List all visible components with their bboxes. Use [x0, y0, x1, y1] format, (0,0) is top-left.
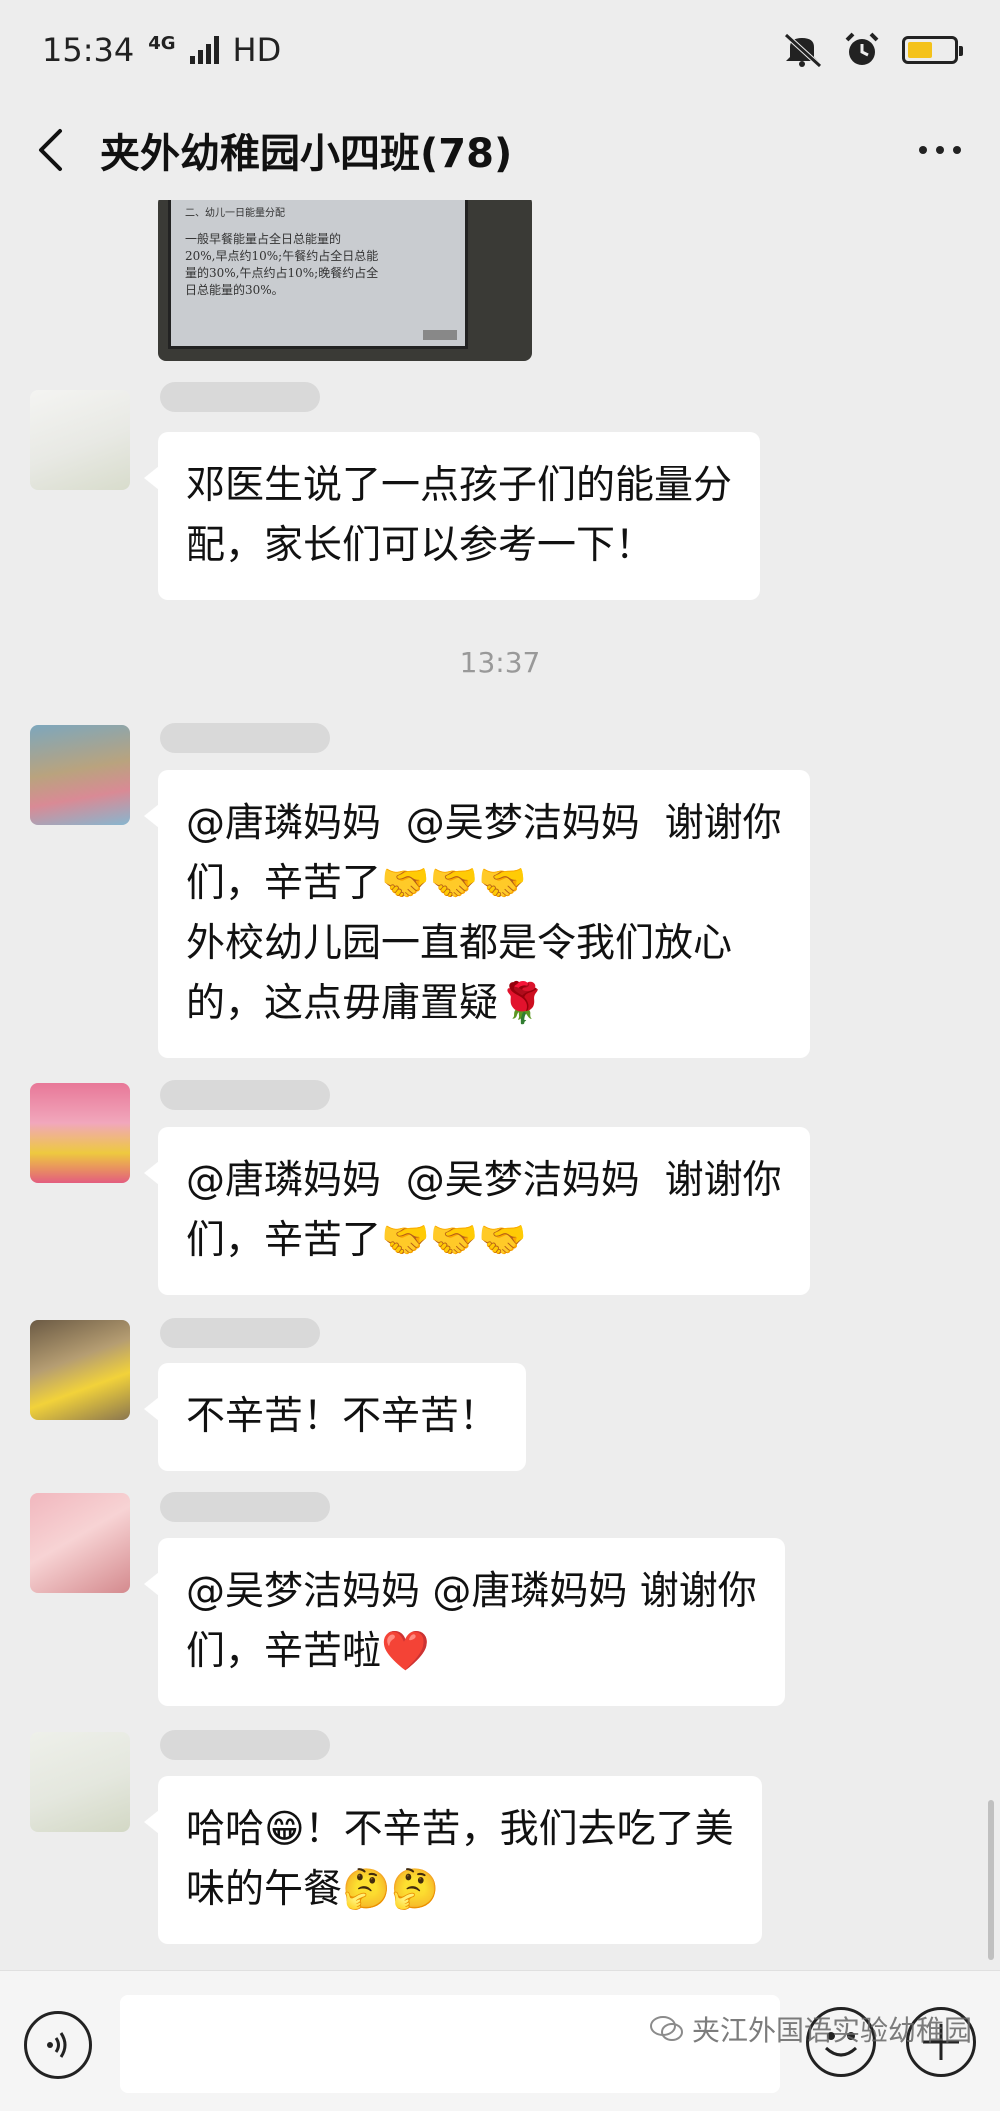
message-timestamp: 13:37 — [459, 646, 541, 679]
message-list[interactable]: 二、幼儿一日能量分配 一般早餐能量占全日总能量的 20%,早点约10%;午餐约占… — [0, 200, 1000, 1970]
slide-photo: 二、幼儿一日能量分配 一般早餐能量占全日总能量的 20%,早点约10%;午餐约占… — [168, 200, 468, 349]
hd-label: HD — [232, 31, 282, 69]
avatar[interactable] — [30, 1083, 130, 1183]
watermark: 夹江外国语实验幼稚园 — [649, 2009, 972, 2049]
sender-name-blurred — [160, 1730, 330, 1760]
slide-body: 一般早餐能量占全日总能量的 20%,早点约10%;午餐约占全日总能 量的30%,… — [185, 232, 379, 297]
sender-name-blurred — [160, 723, 330, 753]
sender-name-blurred — [160, 382, 320, 412]
sender-name-blurred — [160, 1318, 320, 1348]
slide-tag — [423, 330, 457, 340]
status-bar: 15:34 4G HD — [0, 0, 1000, 100]
watermark-text: 夹江外国语实验幼稚园 — [691, 2014, 972, 2047]
signal-icon — [189, 36, 219, 64]
avatar[interactable] — [30, 390, 130, 490]
battery-icon — [902, 36, 963, 64]
voice-icon — [47, 2032, 67, 2058]
voice-button[interactable] — [24, 2011, 92, 2079]
chat-title: 夹外幼稚园小四班(78) — [100, 131, 513, 177]
message-bubble[interactable]: 不辛苦！不辛苦！ — [143, 1363, 527, 1471]
chat-header: 夹外幼稚园小四班(78) — [0, 100, 1000, 200]
network-type: 4G — [148, 32, 176, 54]
message-bubble[interactable]: @唐璘妈妈 @吴梦洁妈妈 谢谢你 们，辛苦了🤝🤝🤝 外校幼儿园一直都是令我们放心… — [144, 770, 810, 1058]
message-bubble[interactable]: 哈哈😁！不辛苦，我们去吃了美 味的午餐🤔🤔 — [144, 1776, 762, 1944]
image-message[interactable]: 二、幼儿一日能量分配 一般早餐能量占全日总能量的 20%,早点约10%;午餐约占… — [158, 200, 532, 361]
input-bar: 夹江外国语实验幼稚园 — [0, 1970, 1000, 2111]
scrollbar[interactable] — [988, 1800, 994, 1960]
message-bubble[interactable]: 邓医生说了一点孩子们的能量分 配，家长们可以参考一下！ — [143, 432, 761, 600]
back-button[interactable] — [0, 100, 100, 200]
sender-name-blurred — [160, 1492, 330, 1522]
message-bubble[interactable]: @唐璘妈妈 @吴梦洁妈妈 谢谢你 们，辛苦了🤝🤝🤝 — [144, 1127, 810, 1295]
back-arrow-icon — [39, 129, 62, 171]
alarm-icon — [845, 32, 879, 65]
status-time: 15:34 — [42, 31, 135, 69]
more-icon — [919, 146, 927, 154]
wechat-logo-icon — [649, 2016, 683, 2041]
slide-heading: 二、幼儿一日能量分配 — [185, 208, 285, 219]
avatar[interactable] — [30, 1493, 130, 1593]
sender-name-blurred — [160, 1080, 330, 1110]
more-button[interactable] — [910, 130, 970, 170]
mute-icon — [784, 33, 822, 67]
avatar[interactable] — [30, 725, 130, 825]
message-bubble[interactable]: @吴梦洁妈妈 @唐璘妈妈 谢谢你 们，辛苦啦❤️ — [144, 1538, 785, 1706]
avatar[interactable] — [30, 1320, 130, 1420]
avatar[interactable] — [30, 1732, 130, 1832]
